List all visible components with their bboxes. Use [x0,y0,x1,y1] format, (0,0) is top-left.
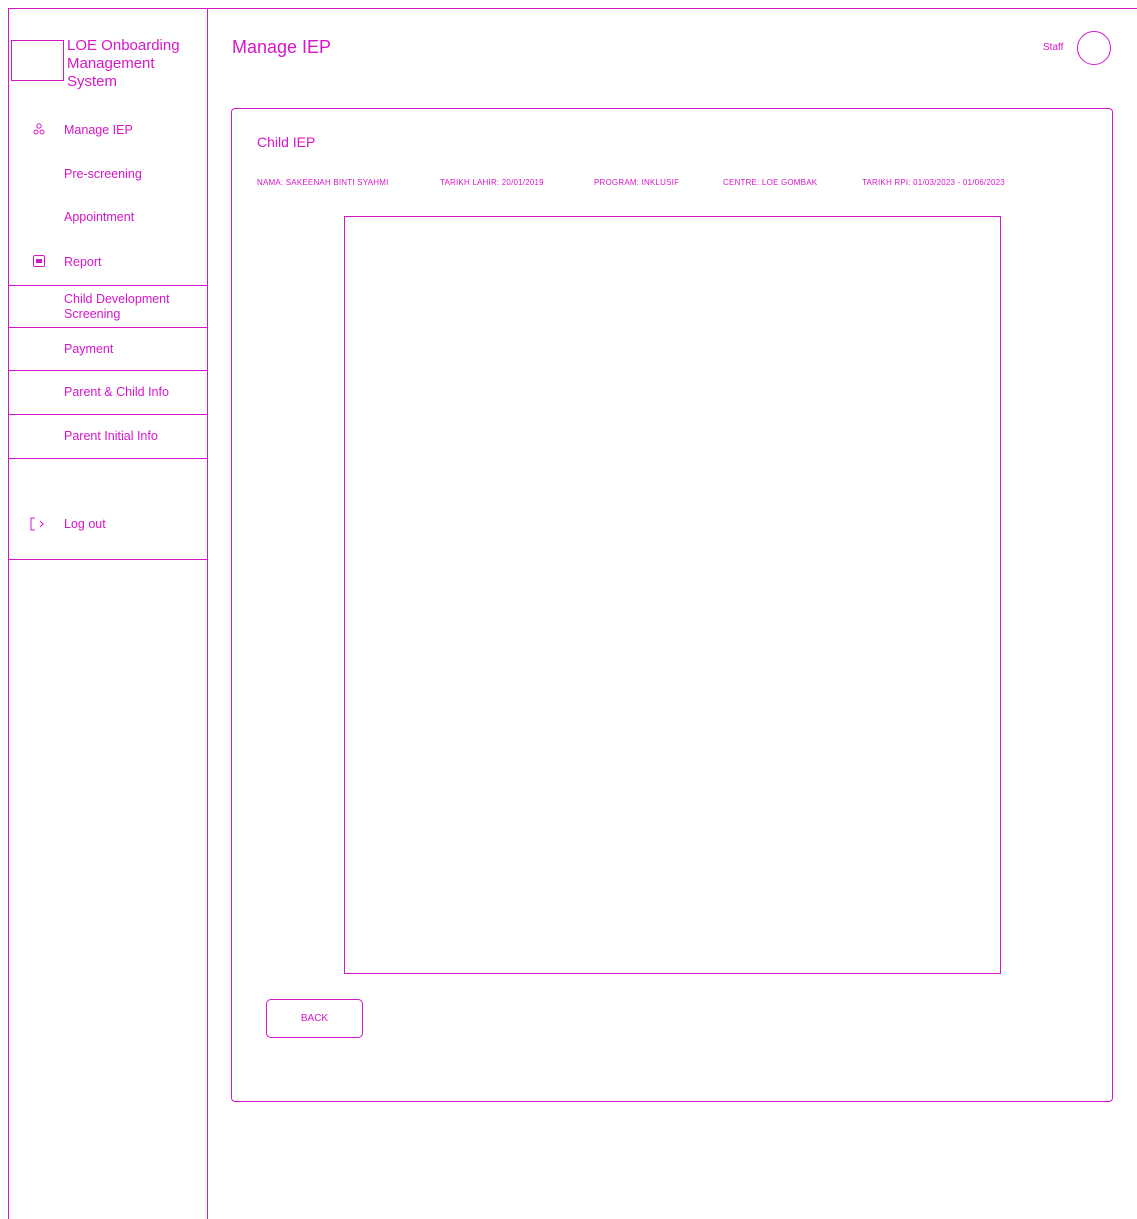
report-icon [32,255,46,269]
sidebar-item-appointment[interactable]: Appointment [8,208,207,228]
sidebar-item-label: Manage IEP [64,123,133,137]
sidebar-item-child-development-screening[interactable]: Child Development Screening [8,286,207,328]
avatar[interactable] [1077,31,1111,65]
sidebar-item-label: Report [64,255,102,269]
sidebar-item-label: Pre-screening [64,167,142,181]
iep-content-area [344,216,1001,974]
sidebar-item-pre-screening[interactable]: Pre-screening [8,165,207,185]
sidebar-item-label: Log out [64,517,106,531]
sidebar-item-parent-initial-info[interactable]: Parent Initial Info [8,414,207,459]
sidebar-item-manage-iep[interactable]: Manage IEP [8,121,207,141]
user-group-icon [32,122,46,136]
sidebar-item-logout[interactable]: Log out [8,459,207,560]
info-nama: NAMA: SAKEENAH BINTI SYAHMI [257,178,389,187]
sidebar-item-label: Payment [64,342,114,356]
sidebar-item-label: Parent Initial Info [64,429,158,443]
sidebar-item-label: Appointment [64,210,135,224]
card-title: Child IEP [257,134,316,150]
sidebar [8,8,208,1219]
info-centre: CENTRE: LOE GOMBAK [723,178,818,187]
sidebar-item-report[interactable]: Report [8,253,207,286]
sidebar-item-payment[interactable]: Payment [8,328,207,371]
back-button[interactable]: BACK [266,999,363,1038]
sidebar-item-label: Parent & Child Info [64,385,169,399]
app-title: LOE Onboarding Management System [67,37,180,90]
logout-icon [30,517,48,531]
info-program: PROGRAM: INKLUSIF [594,178,680,187]
logo-placeholder [11,40,64,81]
page-title: Manage IEP [232,37,332,57]
sidebar-item-label: Child Development Screening [64,292,170,321]
info-tarikh-lahir: TARIKH LAHIR: 20/01/2019 [440,178,544,187]
info-tarikh-rpi: TARIKH RPI: 01/03/2023 - 01/06/2023 [862,178,1005,187]
sidebar-item-parent-child-info[interactable]: Parent & Child Info [8,371,207,415]
user-role-label: Staff [1043,42,1064,53]
